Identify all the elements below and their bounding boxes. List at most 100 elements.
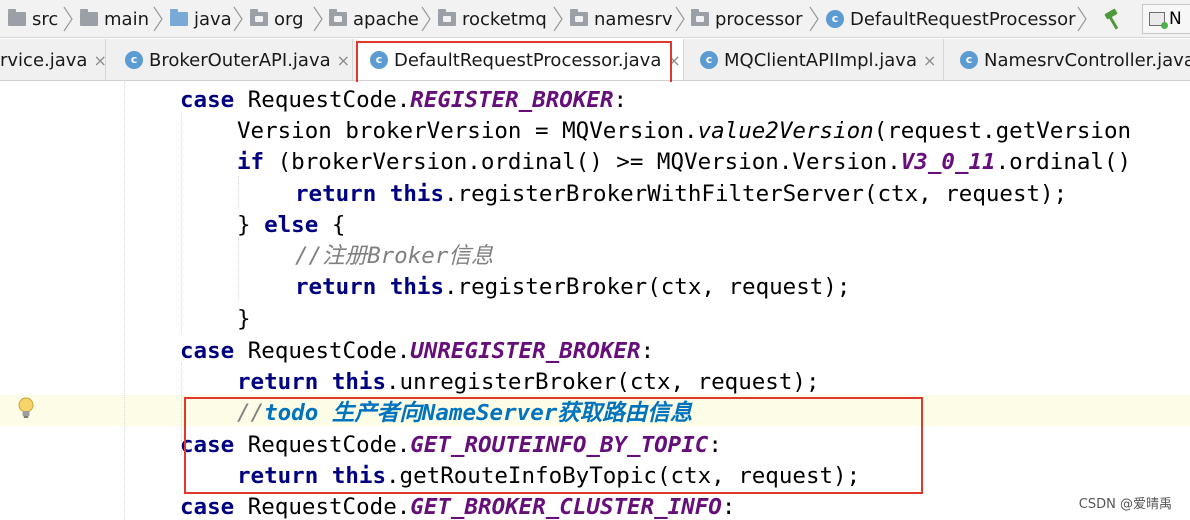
chevron-right-icon bbox=[421, 6, 431, 32]
tab-namesrv-controller[interactable]: c NamesrvController.java bbox=[948, 39, 1190, 80]
package-icon bbox=[438, 9, 456, 26]
close-icon[interactable]: × bbox=[923, 51, 936, 70]
watermark: CSDN @爱晴禹 bbox=[1078, 497, 1172, 512]
editor-gutter bbox=[0, 82, 64, 520]
code-text: Version brokerVersion = MQVersion. bbox=[237, 118, 698, 144]
indent-guide bbox=[238, 176, 239, 208]
chevron-right-icon bbox=[63, 6, 73, 32]
constant: V3_0_11 bbox=[900, 149, 996, 175]
keyword: return this bbox=[295, 274, 445, 300]
breadcrumb-label: java bbox=[194, 8, 232, 30]
tab-label: BrokerOuterAPI.java bbox=[149, 49, 331, 71]
code-text: .registerBroker(ctx, request); bbox=[444, 274, 851, 300]
breadcrumb-label: processor bbox=[715, 8, 803, 30]
code-line: } bbox=[237, 304, 251, 335]
package-icon bbox=[329, 9, 347, 26]
keyword: case bbox=[180, 87, 248, 113]
folder-icon bbox=[8, 9, 26, 26]
breadcrumb-item-src[interactable]: src bbox=[8, 0, 59, 37]
tab-label: NamesrvController.java bbox=[984, 49, 1190, 71]
class-icon: c bbox=[826, 10, 844, 28]
keyword: case bbox=[180, 338, 248, 364]
code-text: RequestCode. bbox=[247, 494, 411, 520]
package-icon bbox=[691, 9, 709, 26]
code-text: : bbox=[613, 87, 628, 113]
class-icon: c bbox=[700, 51, 718, 69]
tab-broker-outer-api[interactable]: c BrokerOuterAPI.java × bbox=[113, 39, 353, 80]
package-icon bbox=[570, 9, 588, 26]
code-line: if (brokerVersion.ordinal() >= MQVersion… bbox=[237, 147, 1131, 178]
lightbulb-icon[interactable] bbox=[16, 396, 36, 420]
chevron-right-icon bbox=[313, 6, 323, 32]
keyword: return this bbox=[295, 181, 445, 207]
indent-guide bbox=[238, 238, 239, 300]
tab-mq-client-api-impl[interactable]: c MQClientAPIImpl.java × bbox=[688, 39, 944, 80]
code-line: Version brokerVersion = MQVersion.value2… bbox=[237, 116, 1131, 147]
breadcrumb-label: DefaultRequestProcessor bbox=[850, 8, 1076, 30]
code-line: return this.unregisterBroker(ctx, reques… bbox=[237, 367, 820, 398]
code-text: } bbox=[237, 306, 251, 332]
breadcrumb-item-java[interactable]: java bbox=[170, 0, 232, 37]
chevron-right-icon bbox=[675, 6, 685, 32]
close-icon[interactable]: × bbox=[337, 51, 350, 70]
chevron-right-icon bbox=[553, 6, 563, 32]
breadcrumb-item-class[interactable]: c DefaultRequestProcessor bbox=[826, 0, 1076, 37]
build-hammer-icon[interactable] bbox=[1102, 8, 1126, 30]
run-config-dropdown[interactable]: N bbox=[1142, 4, 1190, 34]
code-line: //注册Broker信息 bbox=[295, 241, 493, 272]
chevron-right-icon bbox=[153, 6, 163, 32]
package-icon bbox=[250, 9, 268, 26]
breadcrumb-label: apache bbox=[353, 8, 419, 30]
keyword: else bbox=[264, 212, 319, 238]
code-text: (request.getVersion bbox=[873, 118, 1132, 144]
tab-service[interactable]: rvice.java × bbox=[0, 39, 107, 80]
folder-icon bbox=[80, 9, 98, 26]
breadcrumb-item-rocketmq[interactable]: rocketmq bbox=[438, 0, 547, 37]
code-text: .ordinal() bbox=[995, 149, 1132, 175]
code-text: .registerBrokerWithFilterServer(ctx, req… bbox=[444, 181, 1068, 207]
breadcrumb-item-main[interactable]: main bbox=[80, 0, 149, 37]
chevron-right-icon bbox=[809, 6, 819, 32]
breadcrumb: src main java org apache rocketmq namesr… bbox=[0, 0, 1190, 38]
breadcrumb-item-processor[interactable]: processor bbox=[691, 0, 803, 37]
close-icon[interactable]: × bbox=[93, 51, 106, 70]
breadcrumb-item-namesrv[interactable]: namesrv bbox=[570, 0, 673, 37]
breadcrumb-label: org bbox=[274, 8, 304, 30]
code-text: } bbox=[237, 212, 265, 238]
breadcrumb-label: src bbox=[32, 8, 59, 30]
code-line: case RequestCode.UNREGISTER_BROKER: bbox=[180, 336, 654, 367]
code-text: : bbox=[640, 338, 655, 364]
code-text: RequestCode. bbox=[247, 87, 411, 113]
code-line: return this.registerBroker(ctx, request)… bbox=[295, 272, 850, 303]
breadcrumb-item-apache[interactable]: apache bbox=[329, 0, 419, 37]
constant: REGISTER_BROKER bbox=[410, 87, 614, 113]
code-text: : bbox=[721, 494, 736, 520]
comment: //注册Broker信息 bbox=[295, 243, 494, 269]
class-icon: c bbox=[125, 51, 143, 69]
keyword: if bbox=[237, 149, 278, 175]
chevron-right-icon bbox=[233, 6, 243, 32]
breadcrumb-label: main bbox=[104, 8, 149, 30]
breadcrumb-label: rocketmq bbox=[462, 8, 547, 30]
active-tab-highlight-box bbox=[356, 41, 672, 84]
code-line: case RequestCode.REGISTER_BROKER: bbox=[180, 85, 627, 116]
breadcrumb-item-org[interactable]: org bbox=[250, 0, 304, 37]
tab-label: rvice.java bbox=[0, 49, 88, 71]
keyword: return this bbox=[237, 369, 387, 395]
code-text: RequestCode. bbox=[247, 338, 411, 364]
breadcrumb-label: namesrv bbox=[594, 8, 673, 30]
tab-label: MQClientAPIImpl.java bbox=[724, 49, 917, 71]
code-line: case RequestCode.GET_BROKER_CLUSTER_INFO… bbox=[180, 492, 735, 520]
source-folder-icon bbox=[170, 9, 188, 26]
run-config-icon bbox=[1149, 12, 1168, 29]
code-text: (brokerVersion.ordinal() >= MQVersion.Ve… bbox=[277, 149, 901, 175]
class-icon: c bbox=[960, 51, 978, 69]
keyword: case bbox=[180, 494, 248, 520]
code-text: { bbox=[318, 212, 346, 238]
chevron-right-icon bbox=[1077, 6, 1087, 32]
constant: UNREGISTER_BROKER bbox=[410, 338, 641, 364]
static-method: value2Version bbox=[697, 118, 874, 144]
constant: GET_BROKER_CLUSTER_INFO bbox=[410, 494, 722, 520]
code-line: return this.registerBrokerWithFilterServ… bbox=[295, 179, 1067, 210]
code-line: } else { bbox=[237, 210, 345, 241]
